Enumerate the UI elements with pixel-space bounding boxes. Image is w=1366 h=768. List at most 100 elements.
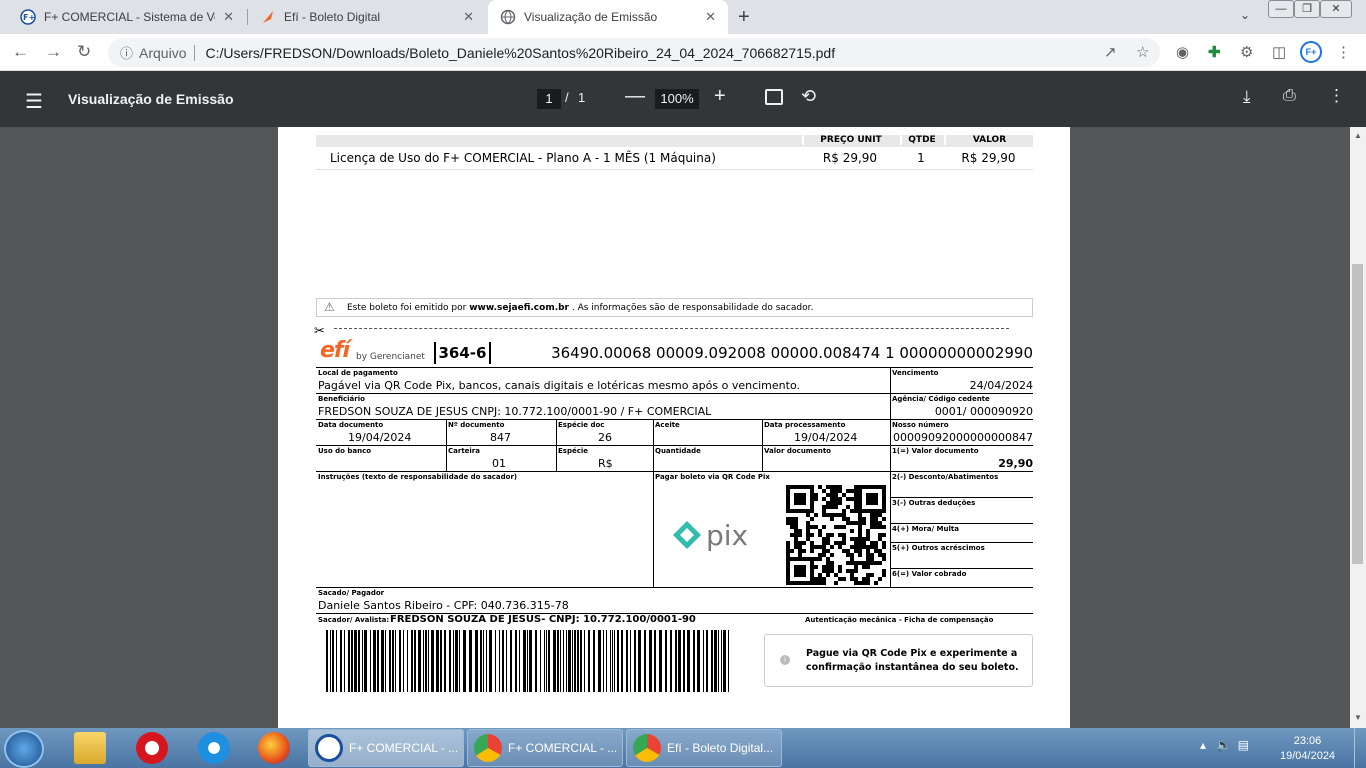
taskbar-f-comercial-app[interactable]: F+ COMERCIAL - ... xyxy=(308,729,464,767)
outras-deducoes-cell: 3(-) Outras deduções xyxy=(890,498,1033,524)
local-pagamento-cell: Local de pagamento Pagável via QR Code P… xyxy=(316,368,890,394)
field-label: 6(=) Valor cobrado xyxy=(892,570,967,578)
close-tab-icon[interactable]: ✕ xyxy=(223,9,234,25)
items-table-row: Licença de Uso do F+ COMERCIAL - Plano A… xyxy=(316,147,1033,170)
field-label: 3(-) Outras deduções xyxy=(892,499,976,507)
rotate-icon[interactable]: ⟲ xyxy=(801,86,816,107)
network-icon[interactable]: ▤ xyxy=(1238,738,1249,752)
field-value: 847 xyxy=(490,431,511,444)
tray-expand-icon[interactable]: ▴ xyxy=(1200,738,1206,752)
print-icon[interactable]: ⎙ xyxy=(1283,87,1296,105)
issuer-notice: Este boleto foi emitido por www.sejaefi.… xyxy=(316,298,1033,317)
field-label: Uso do banco xyxy=(318,447,372,455)
show-desktop-button[interactable] xyxy=(1354,728,1366,768)
minimize-button[interactable]: — xyxy=(1268,0,1294,18)
close-window-button[interactable]: ✕ xyxy=(1320,0,1352,18)
field-label: Espécie doc xyxy=(558,421,605,429)
field-label: 5(+) Outros acréscimos xyxy=(892,544,985,552)
firefox-icon[interactable] xyxy=(258,732,290,764)
clock[interactable]: 23:06 19/04/2024 xyxy=(1280,734,1335,764)
opera-icon[interactable] xyxy=(136,732,168,764)
more-options-icon[interactable]: ⋮ xyxy=(1328,86,1345,106)
scroll-down-icon[interactable]: ▼ xyxy=(1354,713,1362,722)
volume-icon[interactable]: 🔈 xyxy=(1216,738,1231,752)
data-documento-cell: Data documento 19/04/2024 xyxy=(316,420,446,446)
fit-page-icon[interactable] xyxy=(765,89,783,105)
share-icon[interactable]: ↗ xyxy=(1104,43,1117,61)
side-panel-icon[interactable]: ◫ xyxy=(1272,43,1286,61)
scissors-icon: ✂ xyxy=(314,324,325,339)
page-separator: / xyxy=(565,90,569,105)
field-value: 19/04/2024 xyxy=(348,431,412,444)
system-tray[interactable]: ▴ 🔈 ▤ xyxy=(1200,738,1249,752)
internet-explorer-icon[interactable] xyxy=(198,732,230,764)
camera-icon[interactable]: ◉ xyxy=(1176,43,1189,61)
avalista-value: FREDSON SOUZA DE JESUS- CNPJ: 10.772.100… xyxy=(390,614,696,625)
tab-search-chevron-icon[interactable]: ⌄ xyxy=(1240,8,1250,22)
address-bar[interactable]: ⓘ Arquivo C:/Users/FREDSON/Downloads/Bol… xyxy=(108,38,1160,67)
tab-f-comercial[interactable]: F+ F+ COMERCIAL - Sistema de Vendas ✕ xyxy=(8,0,246,34)
profile-avatar[interactable]: F+ xyxy=(1300,41,1322,63)
pix-promo-box: i Pague via QR Code Pix e experimente a … xyxy=(764,634,1033,687)
file-explorer-icon[interactable] xyxy=(74,732,106,764)
forward-icon[interactable]: → xyxy=(45,42,62,62)
boleto-barcode xyxy=(326,630,729,692)
chrome-menu-icon[interactable]: ⋮ xyxy=(1336,43,1351,61)
vertical-scrollbar[interactable]: ▲ ▼ xyxy=(1350,127,1366,728)
zoom-input[interactable]: 100% xyxy=(655,89,699,109)
download-icon[interactable]: ⤓ xyxy=(1243,87,1251,107)
boleto-grid: Local de pagamento Pagável via QR Code P… xyxy=(316,367,1033,614)
tab-title: F+ COMERCIAL - Sistema de Vendas xyxy=(44,10,215,24)
outros-acrescimos-cell: 5(+) Outros acréscimos xyxy=(890,543,1033,569)
scrollbar-thumb[interactable] xyxy=(1352,264,1363,564)
qty-header: QTDE xyxy=(900,135,942,145)
agencia-cell: Agência/ Código cedente 0001/ 000090920 xyxy=(890,394,1033,420)
carteira-cell: Carteira 01 xyxy=(446,446,556,472)
field-label: Valor documento xyxy=(764,447,831,455)
vencimento-cell: Vencimento 24/04/2024 xyxy=(890,368,1033,394)
item-qty: 1 xyxy=(917,151,925,165)
info-icon[interactable]: ⓘ xyxy=(120,43,133,62)
page-number-input[interactable]: 1 xyxy=(537,89,561,109)
pdf-viewer[interactable]: PREÇO UNIT QTDE VALOR Licença de Uso do … xyxy=(0,127,1350,728)
field-label: Data documento xyxy=(318,421,384,429)
tab-efi-boleto[interactable]: Efí - Boleto Digital ✕ xyxy=(248,0,486,34)
field-label: Sacado/ Pagador xyxy=(318,589,385,597)
pix-promo-line: Pague via QR Code Pix e experimente a xyxy=(806,648,1018,659)
pix-wordmark: pix xyxy=(706,519,749,552)
extension-plus-icon[interactable]: ✚ xyxy=(1208,43,1221,61)
close-tab-icon[interactable]: ✕ xyxy=(705,9,716,25)
back-icon[interactable]: ← xyxy=(12,42,29,62)
globe-icon xyxy=(500,9,516,25)
tab-visualizacao[interactable]: Visualização de Emissão ✕ xyxy=(488,0,728,34)
field-label: Nº documento xyxy=(448,421,505,429)
reload-icon[interactable]: ↻ xyxy=(77,42,91,62)
field-value: 29,90 xyxy=(998,457,1033,470)
field-value: 00009092000000000847 xyxy=(893,431,1033,444)
new-tab-button[interactable]: + xyxy=(738,6,750,29)
extensions-puzzle-icon[interactable]: ⚙ xyxy=(1240,43,1253,61)
task-title: F+ COMERCIAL - ... xyxy=(349,741,459,755)
taskbar-chrome-1[interactable]: F+ COMERCIAL - ... xyxy=(467,729,623,767)
start-button[interactable] xyxy=(4,730,44,768)
bookmark-star-icon[interactable]: ☆ xyxy=(1136,43,1149,61)
zoom-in-icon[interactable]: + xyxy=(714,85,726,108)
url-text[interactable]: C:/Users/FREDSON/Downloads/Boleto_Daniel… xyxy=(205,45,835,61)
numero-documento-cell: Nº documento 847 xyxy=(446,420,556,446)
field-value: 19/04/2024 xyxy=(794,431,858,444)
tab-title: Efí - Boleto Digital xyxy=(284,10,381,24)
field-label: Data processamento xyxy=(764,421,846,429)
hamburger-menu-icon[interactable]: ☰ xyxy=(25,89,43,114)
restore-button[interactable]: ❐ xyxy=(1294,0,1320,18)
field-label: Aceite xyxy=(655,421,680,429)
zoom-out-icon[interactable]: — xyxy=(625,85,645,108)
especie-doc-cell: Espécie doc 26 xyxy=(556,420,653,446)
taskbar-chrome-2[interactable]: Efí - Boleto Digital... xyxy=(626,729,782,767)
cut-line xyxy=(334,328,1009,329)
scroll-up-icon[interactable]: ▲ xyxy=(1354,131,1362,140)
sacado-cell: Sacado/ Pagador Daniele Santos Ribeiro -… xyxy=(316,588,1033,614)
f-plus-favicon-icon: F+ xyxy=(20,9,36,25)
instrucoes-cell: Instruções (texto de responsabilidade do… xyxy=(316,472,653,588)
task-title: Efí - Boleto Digital... xyxy=(667,741,774,755)
close-tab-icon[interactable]: ✕ xyxy=(463,9,474,25)
